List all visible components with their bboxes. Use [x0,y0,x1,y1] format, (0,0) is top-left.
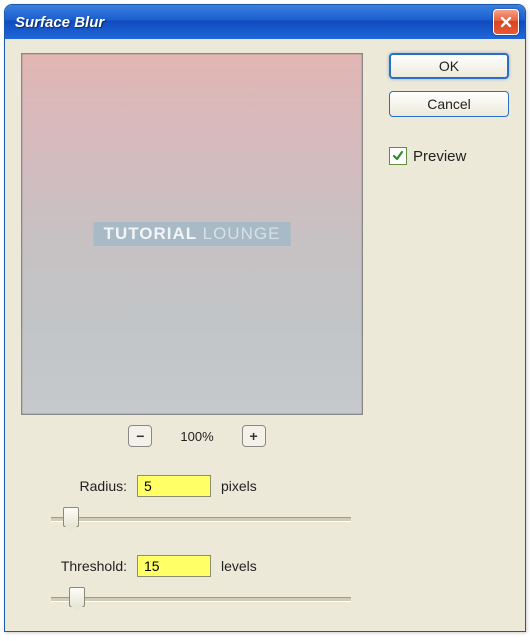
left-column: TUTORIAL LOUNGE − 100% + Radius: pixels [21,53,373,617]
watermark: TUTORIAL LOUNGE [94,222,291,246]
threshold-row: Threshold: levels [51,555,373,577]
radius-unit: pixels [221,478,257,494]
surface-blur-dialog: Surface Blur TUTORIAL LOUNGE − 100% + [4,4,526,632]
threshold-input[interactable] [137,555,211,577]
plus-icon: + [250,428,258,444]
close-button[interactable] [493,9,519,35]
watermark-light: LOUNGE [203,224,281,243]
threshold-unit: levels [221,558,257,574]
threshold-slider-thumb[interactable] [69,587,85,607]
preview-checkbox[interactable] [389,147,407,165]
slider-track [51,597,351,602]
radius-input[interactable] [137,475,211,497]
watermark-strong: TUTORIAL [104,224,197,243]
zoom-controls: − 100% + [21,425,373,447]
dialog-body: TUTORIAL LOUNGE − 100% + Radius: pixels [5,39,525,631]
cancel-button[interactable]: Cancel [389,91,509,117]
threshold-slider[interactable] [51,587,351,607]
threshold-label: Threshold: [51,558,127,574]
check-icon [392,150,404,162]
radius-slider-thumb[interactable] [63,507,79,527]
window-title: Surface Blur [15,14,104,31]
minus-icon: − [136,428,144,444]
titlebar[interactable]: Surface Blur [5,5,525,39]
right-column: OK Cancel Preview [389,53,509,617]
preview-checkbox-row: Preview [389,147,509,165]
ok-button[interactable]: OK [389,53,509,79]
preview-image[interactable]: TUTORIAL LOUNGE [21,53,363,415]
radius-label: Radius: [51,478,127,494]
slider-track [51,517,351,522]
zoom-out-button[interactable]: − [128,425,152,447]
zoom-level: 100% [180,429,213,444]
radius-row: Radius: pixels [51,475,373,497]
close-icon [500,16,512,28]
zoom-in-button[interactable]: + [242,425,266,447]
radius-slider[interactable] [51,507,351,527]
preview-label: Preview [413,148,466,165]
